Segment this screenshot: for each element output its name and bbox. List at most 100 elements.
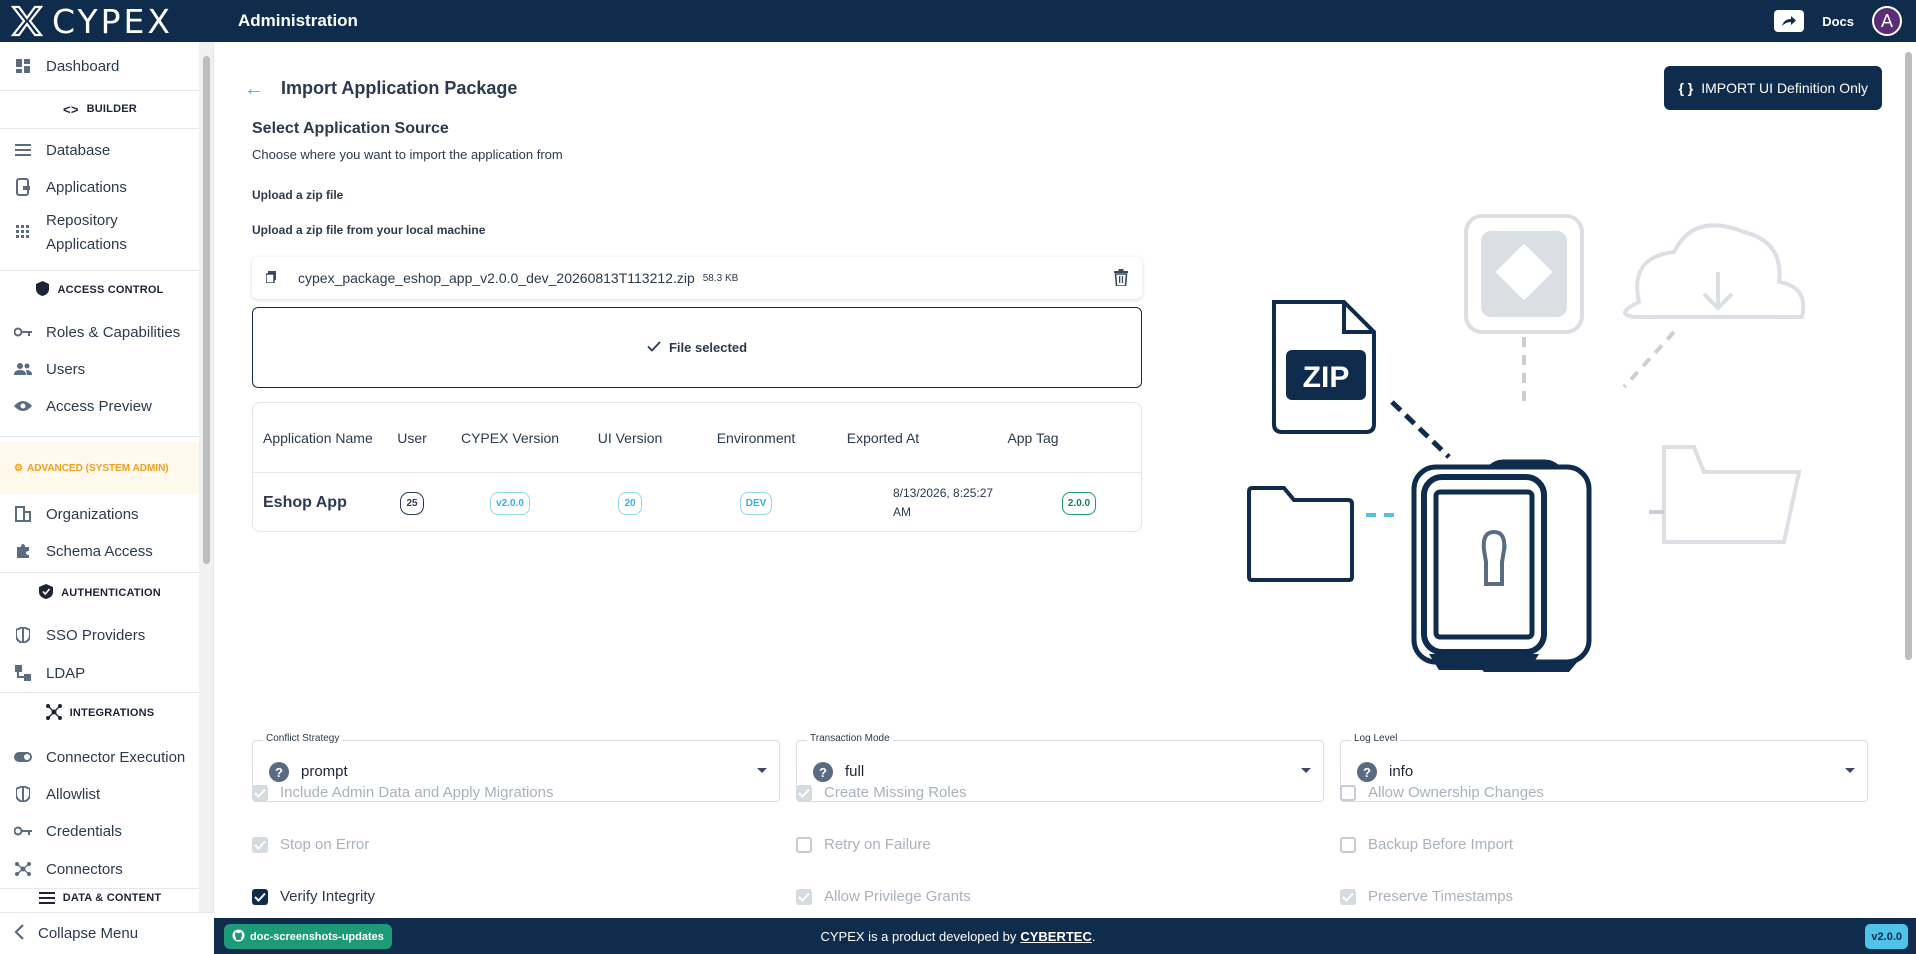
organizations-icon: [14, 505, 32, 523]
verified-icon: [39, 584, 54, 602]
checkbox-checked-icon: [1340, 888, 1356, 905]
conflict-strategy-value: prompt: [301, 763, 348, 780]
stop-on-error-checkbox[interactable]: Stop on Error: [252, 836, 369, 853]
sidebar-item-ldap[interactable]: LDAP: [0, 655, 200, 691]
sidebar-item-applications[interactable]: Applications: [0, 169, 200, 205]
branch-chip[interactable]: doc-screenshots-updates: [224, 924, 392, 949]
backup-before-import-checkbox[interactable]: Backup Before Import: [1340, 836, 1513, 853]
docs-link[interactable]: Docs: [1822, 14, 1854, 29]
sidebar: Dashboard <> BUILDER Database Applicatio…: [0, 42, 214, 912]
help-icon[interactable]: ?: [813, 762, 833, 782]
col-user: User: [397, 430, 427, 446]
sidebar-item-label: Repository: [46, 212, 118, 229]
sidebar-item-access-preview[interactable]: Access Preview: [0, 388, 200, 424]
cypex-x-icon: [10, 5, 44, 37]
log-level-value: info: [1389, 763, 1414, 780]
hub-icon: [45, 703, 62, 723]
chevron-left-icon: [14, 923, 24, 944]
top-bar: CYPEX Administration Docs A: [0, 0, 1916, 42]
allowlist-shield-icon: [14, 785, 32, 803]
col-exported-at: Exported At: [846, 430, 920, 446]
page-title: Import Application Package: [281, 78, 518, 98]
key-icon: [14, 323, 32, 341]
upload-title: Upload a zip file: [252, 188, 344, 202]
collapse-menu-button[interactable]: Collapse Menu: [0, 912, 214, 954]
col-application-name: Application Name: [263, 430, 373, 446]
sidebar-item-credentials[interactable]: Credentials: [0, 813, 200, 849]
include-admin-data-checkbox[interactable]: Include Admin Data and Apply Migrations: [252, 784, 554, 801]
checkbox-checked-icon: [252, 888, 268, 905]
sidebar-item-dashboard[interactable]: Dashboard: [0, 46, 200, 86]
sidebar-item-sso[interactable]: SSO Providers: [0, 617, 200, 653]
log-level-label: Log Level: [1351, 733, 1401, 744]
checkbox-empty-icon: [796, 836, 812, 853]
create-missing-roles-checkbox[interactable]: Create Missing Roles: [796, 784, 967, 801]
sidebar-item-connectors[interactable]: Connectors: [0, 851, 200, 887]
checkbox-empty-icon: [1340, 836, 1356, 853]
chevron-down-icon: [1301, 768, 1311, 773]
section-data-content: DATA & CONTENT: [0, 892, 200, 912]
sidebar-item-allowlist[interactable]: Allowlist: [0, 776, 200, 812]
allow-ownership-changes-checkbox[interactable]: Allow Ownership Changes: [1340, 784, 1544, 801]
app-tag-chip: 2.0.0: [1061, 491, 1097, 515]
file-name: cypex_package_eshop_app_v2.0.0_dev_20260…: [298, 270, 695, 286]
connectors-icon: [14, 860, 32, 878]
checkbox-checked-icon: [252, 836, 268, 853]
cybertec-link[interactable]: CYBERTEC: [1020, 929, 1092, 944]
cell-app-name: Eshop App: [263, 494, 347, 511]
main-scrollbar[interactable]: [1902, 42, 1916, 912]
col-ui-version: UI Version: [597, 430, 663, 446]
sso-shield-icon: [14, 626, 32, 644]
allow-privilege-grants-checkbox[interactable]: Allow Privilege Grants: [796, 888, 971, 905]
github-icon: [232, 929, 245, 945]
cypex-logo[interactable]: CYPEX: [0, 0, 228, 42]
avatar[interactable]: A: [1872, 6, 1902, 36]
sidebar-item-roles[interactable]: Roles & Capabilities: [0, 314, 200, 350]
checkbox-checked-icon: [796, 784, 812, 801]
selected-file-row: cypex_package_eshop_app_v2.0.0_dev_20260…: [252, 257, 1142, 299]
preserve-timestamps-checkbox[interactable]: Preserve Timestamps: [1340, 888, 1513, 905]
puzzle-icon: [14, 542, 32, 560]
checkbox-checked-icon: [252, 784, 268, 801]
logo-text: CYPEX: [52, 1, 173, 41]
sidebar-item-schema-access[interactable]: Schema Access: [0, 533, 200, 569]
divider: [0, 888, 200, 889]
sidebar-scrollbar[interactable]: [199, 42, 213, 912]
help-icon[interactable]: ?: [269, 762, 289, 782]
transaction-mode-label: Transaction Mode: [807, 733, 893, 744]
share-icon: [1782, 16, 1797, 26]
chevron-down-icon: [1845, 768, 1855, 773]
application-table: Application Name User CYPEX Version UI V…: [252, 402, 1142, 532]
section-builder: <> BUILDER: [63, 101, 137, 117]
main-content: ← Import Application Package { } IMPORT …: [214, 42, 1916, 912]
copy-icon: [265, 270, 280, 286]
sidebar-item-repository[interactable]: Repository Applications: [0, 209, 200, 257]
delete-file-icon[interactable]: [1114, 269, 1130, 287]
sidebar-item-organizations[interactable]: Organizations: [0, 496, 200, 532]
retry-on-failure-checkbox[interactable]: Retry on Failure: [796, 836, 931, 853]
conflict-strategy-label: Conflict Strategy: [263, 733, 343, 744]
cell-exported-at: 8/13/2026, 8:25:27 AM: [893, 486, 994, 519]
file-dropzone[interactable]: File selected: [252, 307, 1142, 388]
toggle-icon: [14, 748, 32, 766]
back-arrow-icon[interactable]: ←: [244, 78, 264, 101]
section-advanced: ⚙ ADVANCED (SYSTEM ADMIN): [0, 442, 200, 494]
sidebar-item-users[interactable]: Users: [0, 351, 200, 387]
sidebar-item-connector-execution[interactable]: Connector Execution: [0, 739, 200, 775]
checkbox-checked-icon: [796, 888, 812, 905]
share-button[interactable]: [1774, 10, 1805, 32]
section-access-control: ACCESS CONTROL: [0, 270, 200, 310]
col-cypex-version: CYPEX Version: [460, 430, 560, 446]
folder-right-icon: [1662, 445, 1802, 544]
col-environment: Environment: [716, 430, 796, 446]
section-subtitle: Choose where you want to import the appl…: [252, 147, 563, 162]
help-icon[interactable]: ?: [1357, 762, 1377, 782]
ldap-icon: [14, 664, 32, 682]
user-chip: 25: [400, 491, 424, 515]
app-title: Administration: [238, 11, 358, 30]
import-ui-definition-button[interactable]: { } IMPORT UI Definition Only: [1664, 66, 1882, 110]
verify-integrity-checkbox[interactable]: Verify Integrity: [252, 888, 375, 905]
import-illustration: ZIP: [1247, 214, 1806, 672]
shield-icon: [36, 281, 50, 299]
sidebar-item-database[interactable]: Database: [0, 132, 200, 168]
